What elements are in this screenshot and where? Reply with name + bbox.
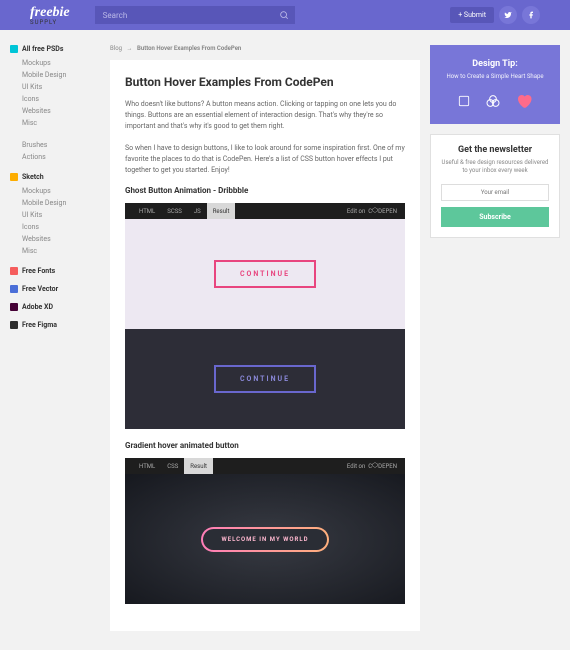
pen-tab-scss[interactable]: SCSS (161, 208, 188, 215)
edit-on-codepen[interactable]: Edit onCDEPEN (347, 462, 397, 470)
pen1-tabbar: HTMLSCSSJSResult Edit onCDEPEN (125, 203, 405, 219)
sidebar-head-free-figma[interactable]: Free Figma (10, 321, 90, 329)
search-input[interactable] (95, 6, 295, 24)
tip-title: Design Tip: (440, 59, 550, 69)
newsletter-email-input[interactable] (441, 184, 549, 201)
edit-label: Edit on (347, 463, 365, 470)
sidebar-item-ui-kits[interactable]: UI Kits (10, 81, 90, 93)
edit-on-codepen[interactable]: Edit onCDEPEN (347, 207, 397, 215)
subhead-2: Gradient hover animated button (125, 441, 405, 450)
category-icon (10, 45, 18, 53)
sidebar-head-all-free-psds[interactable]: All free PSDs (10, 45, 90, 53)
sidebar-head-free-vector[interactable]: Free Vector (10, 285, 90, 293)
crumb-current: Button Hover Examples From CodePen (137, 45, 241, 52)
sidebar-item-actions[interactable]: Actions (10, 151, 90, 163)
sidebar: All free PSDsMockupsMobile DesignUI Kits… (0, 30, 100, 646)
chevron-right-icon: → (127, 45, 133, 52)
intro-p2: So when I have to design buttons, I like… (125, 143, 405, 177)
tip-subtitle: How to Create a Simple Heart Shape (440, 73, 550, 80)
sidebar-head-label: Free Fonts (22, 267, 55, 275)
pen1-result-light: CONTINUE (125, 219, 405, 329)
codepen-logo: CDEPEN (368, 207, 397, 215)
sidebar-item-mobile-design[interactable]: Mobile Design (10, 69, 90, 81)
sidebar-head-adobe-xd[interactable]: Adobe XD (10, 303, 90, 311)
sidebar-item-websites[interactable]: Websites (10, 105, 90, 117)
sidebar-item-ui-kits[interactable]: UI Kits (10, 209, 90, 221)
sidebar-head-label: All free PSDs (22, 45, 63, 53)
sidebar-head-sketch[interactable]: Sketch (10, 173, 90, 181)
newsletter-title: Get the newsletter (441, 145, 549, 155)
category-icon (10, 173, 18, 181)
cube-icon (485, 93, 501, 109)
pen-tab-js[interactable]: JS (188, 208, 207, 215)
continue-button-dark[interactable]: CONTINUE (214, 365, 316, 393)
design-tip-card[interactable]: Design Tip: How to Create a Simple Heart… (430, 45, 560, 124)
subhead-1: Ghost Button Animation - Dribbble (125, 186, 405, 195)
twitter-icon (504, 11, 512, 19)
sidebar-item-websites[interactable]: Websites (10, 233, 90, 245)
continue-button-light[interactable]: CONTINUE (214, 260, 316, 288)
category-icon (10, 267, 18, 275)
pen-tab-result[interactable]: Result (184, 458, 213, 474)
facebook-button[interactable] (522, 6, 540, 24)
gradient-button[interactable]: WELCOME IN MY WORLD (201, 527, 328, 552)
breadcrumb: Blog → Button Hover Examples From CodePe… (110, 45, 420, 52)
heart-icon (515, 92, 533, 110)
aside: Design Tip: How to Create a Simple Heart… (430, 45, 560, 631)
crumb-root[interactable]: Blog (110, 45, 122, 52)
codepen-embed-1: HTMLSCSSJSResult Edit onCDEPEN CONTINUE C… (125, 203, 405, 429)
topbar: freebie SUPPLY + Submit (0, 0, 570, 30)
logo-text: freebie (30, 5, 70, 20)
pen-tab-html[interactable]: HTML (133, 463, 161, 470)
facebook-icon (527, 11, 535, 19)
sidebar-item-mockups[interactable]: Mockups (10, 57, 90, 69)
codepen-logo: CDEPEN (368, 462, 397, 470)
search-wrap (95, 6, 295, 24)
topbar-actions: + Submit (450, 6, 540, 24)
sidebar-item-misc[interactable]: Misc (10, 245, 90, 257)
newsletter-desc: Useful & free design resources delivered… (441, 159, 549, 176)
sidebar-item-mobile-design[interactable]: Mobile Design (10, 197, 90, 209)
subscribe-button[interactable]: Subscribe (441, 207, 549, 227)
pen2-result: WELCOME IN MY WORLD (125, 474, 405, 604)
sidebar-item-mockups[interactable]: Mockups (10, 185, 90, 197)
codepen-embed-2: HTMLCSSResult Edit onCDEPEN WELCOME IN MY… (125, 458, 405, 604)
pen-tab-result[interactable]: Result (207, 203, 236, 219)
sidebar-item-icons[interactable]: Icons (10, 93, 90, 105)
newsletter-card: Get the newsletter Useful & free design … (430, 134, 560, 238)
category-icon (10, 321, 18, 329)
tip-icons (440, 92, 550, 110)
sidebar-head-label: Sketch (22, 173, 44, 181)
sidebar-head-label: Free Figma (22, 321, 57, 329)
pen-tab-html[interactable]: HTML (133, 208, 161, 215)
article: Button Hover Examples From CodePen Who d… (110, 60, 420, 631)
submit-button[interactable]: + Submit (450, 7, 494, 23)
twitter-button[interactable] (499, 6, 517, 24)
sidebar-head-label: Adobe XD (22, 303, 53, 311)
logo[interactable]: freebie SUPPLY (30, 5, 70, 26)
edit-label: Edit on (347, 208, 365, 215)
pen1-result-dark: CONTINUE (125, 329, 405, 429)
sidebar-item-icons[interactable]: Icons (10, 221, 90, 233)
category-icon (10, 285, 18, 293)
square-icon (457, 94, 471, 108)
page-title: Button Hover Examples From CodePen (125, 75, 405, 89)
sidebar-head-free-fonts[interactable]: Free Fonts (10, 267, 90, 275)
pen-tab-css[interactable]: CSS (161, 463, 184, 470)
intro-p1: Who doesn't like buttons? A button means… (125, 99, 405, 133)
pen2-tabbar: HTMLCSSResult Edit onCDEPEN (125, 458, 405, 474)
category-icon (10, 303, 18, 311)
search-icon (279, 10, 289, 20)
sidebar-item-brushes[interactable]: Brushes (10, 139, 90, 151)
gradient-button-label: WELCOME IN MY WORLD (203, 529, 326, 550)
sidebar-head-label: Free Vector (22, 285, 58, 293)
sidebar-item-misc[interactable]: Misc (10, 117, 90, 129)
